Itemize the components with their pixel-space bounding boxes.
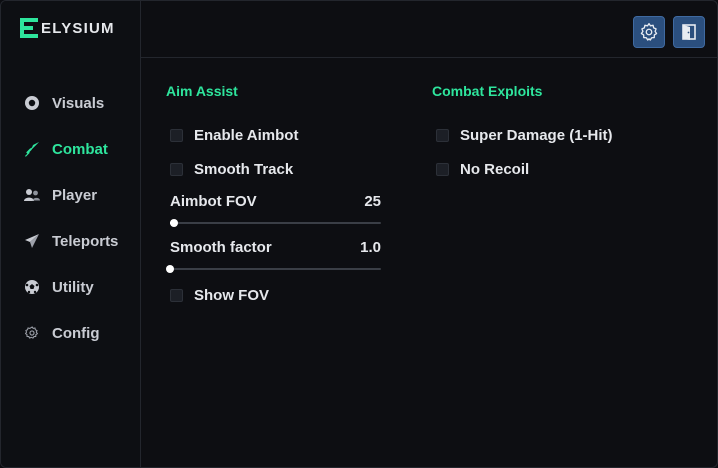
app-logo: ELYSIUM (19, 17, 115, 39)
smooth-track-checkbox[interactable] (170, 163, 183, 176)
aimbot-fov-value: 25 (364, 193, 381, 210)
paper-plane-icon (23, 232, 41, 250)
app-window: ELYSIUM Visuals Combat Player Teleports … (0, 0, 718, 468)
smooth-factor-thumb[interactable] (166, 265, 174, 273)
gear-icon (23, 324, 41, 342)
smooth-factor-track[interactable] (166, 265, 381, 273)
no-recoil-checkbox[interactable] (436, 163, 449, 176)
super-damage-label: Super Damage (1-Hit) (460, 127, 613, 144)
exit-door-icon (682, 24, 696, 40)
show-fov-checkbox[interactable] (170, 289, 183, 302)
enable-aimbot-checkbox[interactable] (170, 129, 183, 142)
smooth-factor-label: Smooth factor (170, 239, 272, 256)
sidebar-item-player[interactable]: Player (1, 172, 140, 218)
sidebar: ELYSIUM Visuals Combat Player Teleports … (1, 1, 141, 467)
football-icon (23, 278, 41, 296)
aimbot-fov-thumb[interactable] (170, 219, 179, 227)
super-damage-toggle[interactable]: Super Damage (1-Hit) (436, 127, 613, 144)
app-name: ELYSIUM (41, 19, 115, 37)
sidebar-item-label: Teleports (52, 232, 119, 250)
sidebar-item-label: Combat (52, 140, 108, 158)
top-bar (141, 1, 717, 58)
gear-icon (640, 23, 658, 41)
sidebar-nav: Visuals Combat Player Teleports Utility … (1, 80, 140, 356)
settings-button[interactable] (633, 16, 665, 48)
no-recoil-toggle[interactable]: No Recoil (436, 161, 529, 178)
sidebar-item-config[interactable]: Config (1, 310, 140, 356)
no-recoil-label: No Recoil (460, 161, 530, 178)
enable-aimbot-toggle[interactable]: Enable Aimbot (170, 127, 298, 144)
sidebar-item-label: Visuals (52, 94, 105, 112)
combat-exploits-title: Combat Exploits (432, 83, 543, 99)
show-fov-toggle[interactable]: Show FOV (170, 287, 269, 304)
smooth-track-toggle[interactable]: Smooth Track (170, 161, 293, 178)
smooth-track-label: Smooth Track (194, 161, 294, 178)
logo-mark-icon (20, 18, 38, 38)
sidebar-item-utility[interactable]: Utility (1, 264, 140, 310)
aimbot-fov-slider: Aimbot FOV 25 (170, 193, 381, 227)
aim-assist-title: Aim Assist (166, 83, 238, 99)
sidebar-item-label: Player (52, 186, 98, 204)
aimbot-fov-label: Aimbot FOV (170, 193, 257, 210)
sidebar-item-label: Config (52, 324, 100, 342)
super-damage-checkbox[interactable] (436, 129, 449, 142)
enable-aimbot-label: Enable Aimbot (194, 127, 299, 144)
users-icon (23, 186, 41, 204)
sidebar-item-visuals[interactable]: Visuals (1, 80, 140, 126)
sidebar-item-teleports[interactable]: Teleports (1, 218, 140, 264)
main-content: Aim Assist Enable Aimbot Smooth Track Ai… (141, 58, 717, 467)
smooth-factor-value: 1.0 (360, 239, 381, 256)
sidebar-item-label: Utility (52, 278, 94, 296)
aimbot-fov-track[interactable] (170, 219, 381, 227)
sidebar-item-combat[interactable]: Combat (1, 126, 140, 172)
smooth-factor-slider: Smooth factor 1.0 (166, 239, 381, 273)
eye-icon (23, 94, 41, 112)
sword-icon (23, 140, 41, 158)
show-fov-label: Show FOV (194, 287, 269, 304)
exit-button[interactable] (673, 16, 705, 48)
